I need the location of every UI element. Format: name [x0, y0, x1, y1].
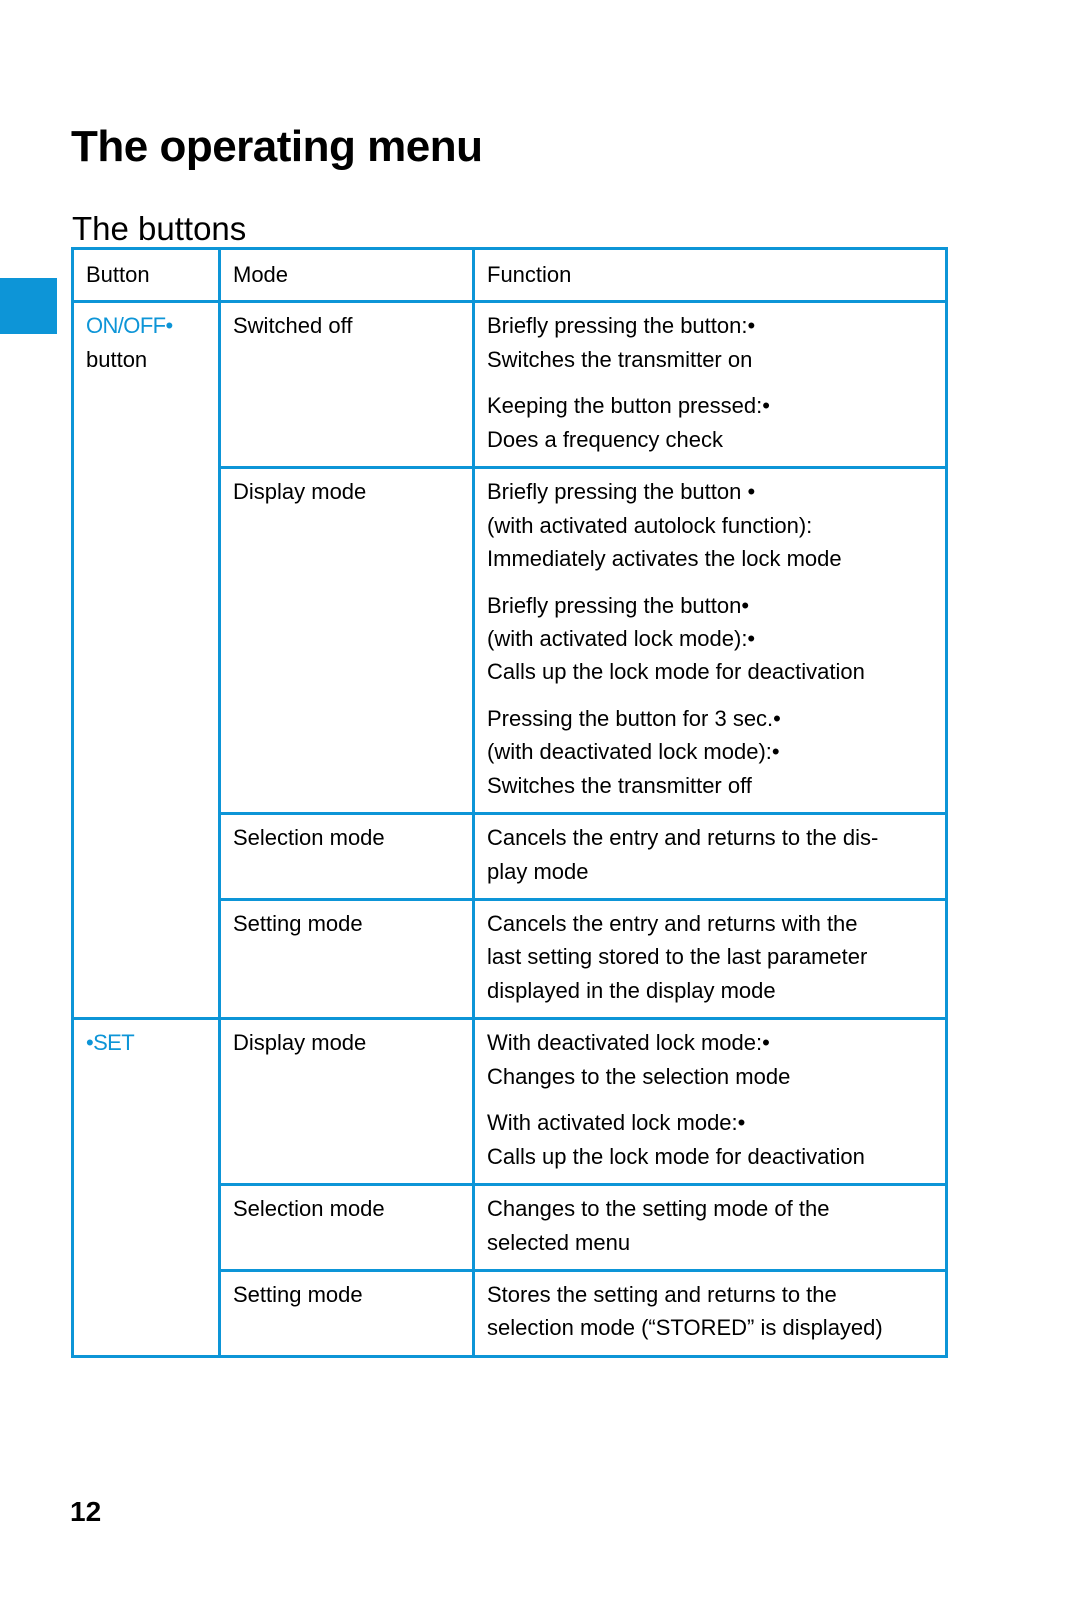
button-label: •SET: [86, 1030, 135, 1056]
function-line: last setting stored to the last paramete…: [487, 944, 868, 970]
function-group: Cancels the entry and returns to the dis…: [487, 821, 935, 888]
function-line: Cancels the entry and returns to the dis…: [487, 825, 879, 851]
function-group: Pressing the button for 3 sec.• (with dea…: [487, 702, 935, 802]
function-line: (with deactivated lock mode):•: [487, 739, 780, 765]
table-body: ON/OFF• button Switched off Briefly pressin…: [71, 300, 948, 1358]
button-label: ON/OFF•: [86, 313, 174, 339]
function-group: Briefly pressing the button:• Switches th…: [487, 309, 935, 376]
function-cell: Cancels the entry and returns to the dis…: [472, 812, 948, 901]
mode-cell: Setting mode: [218, 897, 475, 1021]
page-number: 12: [70, 1496, 102, 1527]
function-group: Changes to the setting mode of the select…: [487, 1192, 935, 1259]
function-group: With activated lock mode:• Calls up the l…: [487, 1106, 935, 1173]
table-row: ON/OFF• button Switched off Briefly pressin…: [71, 300, 948, 1021]
function-cell: Briefly pressing the button • (with activ…: [472, 466, 948, 816]
button-name-cell: •SET: [71, 1017, 221, 1358]
document-page: The operating menu The buttons Button Mo…: [0, 0, 1080, 1619]
function-cell: With deactivated lock mode:• Changes to t…: [472, 1017, 948, 1187]
buttons-table: Button Mode Function ON/OFF• button Switch…: [71, 246, 948, 1358]
function-line: Switches the transmitter on: [487, 346, 753, 372]
chapter-margin-tab: [0, 278, 57, 334]
function-line: Calls up the lock mode for deactivation: [487, 1143, 865, 1169]
function-line: (with activated lock mode):•: [487, 625, 756, 651]
page-title: The operating menu: [71, 122, 483, 172]
function-line: Stores the setting and returns to the: [487, 1281, 837, 1307]
function-cell: Cancels the entry and returns with the la…: [472, 897, 948, 1021]
function-cell: Stores the setting and returns to the sel…: [472, 1268, 948, 1358]
function-line: Immediately activates the lock mode: [487, 546, 842, 572]
function-line: play mode: [487, 858, 589, 884]
function-group: Briefly pressing the button • (with activ…: [487, 475, 935, 575]
function-line: Briefly pressing the button:•: [487, 313, 756, 339]
section-title: The buttons: [72, 210, 247, 248]
function-group: Cancels the entry and returns with the la…: [487, 907, 935, 1007]
function-line: Calls up the lock mode for deactivation: [487, 659, 865, 685]
function-line: Switches the transmitter off: [487, 772, 752, 798]
function-line: displayed in the display mode: [487, 977, 776, 1003]
column-header-button: Button: [71, 246, 221, 304]
function-line: Briefly pressing the button•: [487, 592, 750, 618]
column-header-function: Function: [472, 246, 948, 304]
function-line: Does a frequency check: [487, 426, 724, 452]
button-sub-label: button: [86, 346, 148, 372]
function-line: With activated lock mode:•: [487, 1110, 746, 1136]
function-cell: Briefly pressing the button:• Switches th…: [472, 300, 948, 470]
function-group: Keeping the button pressed:• Does a frequ…: [487, 389, 935, 456]
bullet-icon: •: [165, 313, 174, 339]
function-line: (with activated autolock function):: [487, 512, 813, 538]
table-row: •SET Display mode With deactivated lock mo…: [71, 1017, 948, 1358]
function-group: Briefly pressing the button• (with activa…: [487, 589, 935, 689]
function-cell: Changes to the setting mode of the select…: [472, 1183, 948, 1272]
function-group: With deactivated lock mode:• Changes to t…: [487, 1026, 935, 1093]
function-line: Cancels the entry and returns with the: [487, 911, 858, 936]
function-group: Stores the setting and returns to the sel…: [487, 1278, 935, 1345]
function-line: Pressing the button for 3 sec.•: [487, 705, 781, 731]
mode-cell: Selection mode: [218, 1183, 475, 1272]
function-line: Changes to the selection mode: [487, 1063, 791, 1089]
function-line: selected menu: [487, 1229, 631, 1255]
mode-cell: Display mode: [218, 1017, 475, 1187]
function-line: Keeping the button pressed:•: [487, 393, 770, 419]
mode-cell: Selection mode: [218, 812, 475, 901]
function-line: With deactivated lock mode:•: [487, 1030, 770, 1056]
mode-cell: Setting mode: [218, 1268, 475, 1358]
function-line: selection mode (“STORED” is displayed): [487, 1315, 883, 1341]
function-line: Briefly pressing the button •: [487, 479, 756, 505]
mode-cell: Switched off: [218, 300, 475, 470]
bullet-icon: •: [86, 1030, 94, 1056]
table-header-row: Button Mode Function: [71, 246, 948, 304]
mode-cell: Display mode: [218, 466, 475, 816]
function-line: Changes to the setting mode of the: [487, 1196, 830, 1222]
column-header-mode: Mode: [218, 246, 475, 304]
button-name-cell: ON/OFF• button: [71, 300, 221, 1021]
